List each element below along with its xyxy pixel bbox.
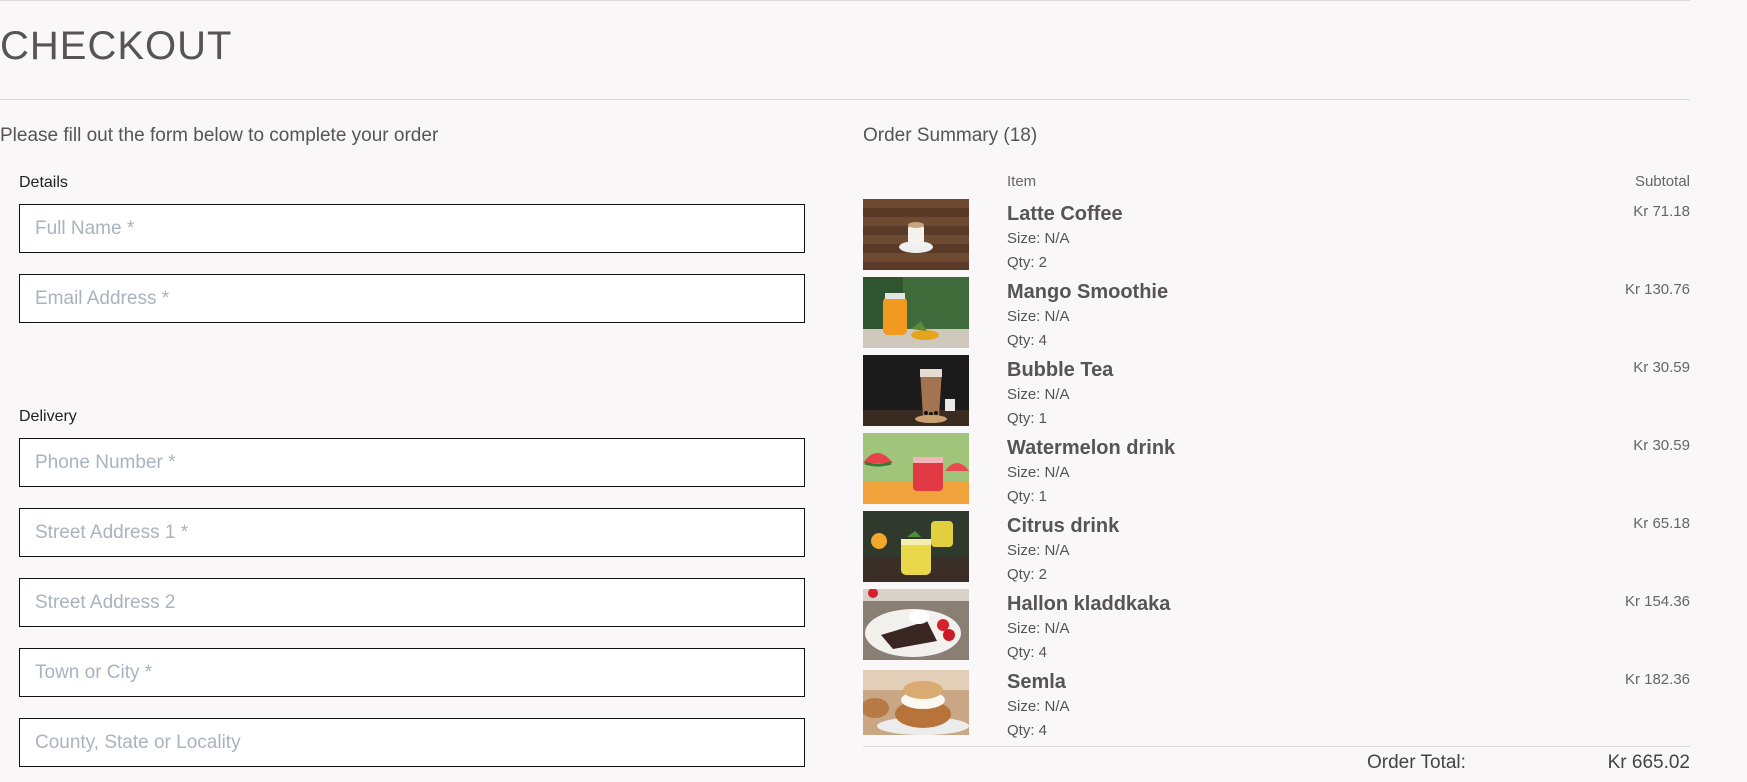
street-address-1-input[interactable] [19, 508, 805, 557]
item-subtotal: Kr 65.18 [1633, 515, 1690, 532]
item-name: Bubble Tea [1007, 359, 1114, 381]
item-name: Watermelon drink [1007, 437, 1176, 459]
summary-line-item: Bubble Tea Size: N/A Qty: 1 Kr 30.59 [863, 355, 1690, 433]
item-qty: Qty: 4 [1007, 722, 1048, 739]
item-column-header: Item [1007, 173, 1037, 190]
email-input[interactable] [19, 274, 805, 323]
town-city-input[interactable] [19, 648, 805, 697]
watermelon-drink-photo [863, 433, 969, 504]
item-qty: Qty: 2 [1007, 254, 1048, 271]
order-total-value: Kr 665.02 [1607, 752, 1690, 773]
summary-line-item: Citrus drink Size: N/A Qty: 2 Kr 65.18 [863, 511, 1690, 589]
form-intro: Please fill out the form below to comple… [0, 125, 439, 146]
item-size: Size: N/A [1007, 308, 1070, 325]
item-subtotal: Kr 30.59 [1633, 359, 1690, 376]
county-input[interactable] [19, 718, 805, 767]
item-name: Latte Coffee [1007, 203, 1123, 225]
phone-input[interactable] [19, 438, 805, 487]
title-divider [0, 99, 1690, 100]
item-qty: Qty: 2 [1007, 566, 1048, 583]
item-name: Mango Smoothie [1007, 281, 1169, 303]
semla-photo [863, 667, 969, 738]
item-subtotal: Kr 71.18 [1633, 203, 1690, 220]
hallon-kladdkaka-photo [863, 589, 969, 660]
item-qty: Qty: 1 [1007, 488, 1048, 505]
item-size: Size: N/A [1007, 620, 1070, 637]
item-size: Size: N/A [1007, 386, 1070, 403]
subtotal-column-header: Subtotal [1634, 173, 1690, 190]
delivery-legend: Delivery [19, 408, 77, 425]
item-subtotal: Kr 130.76 [1624, 281, 1690, 298]
bubble-tea-photo [863, 355, 969, 426]
item-size: Size: N/A [1007, 230, 1070, 247]
latte-coffee-photo [863, 199, 969, 270]
summary-line-item: Mango Smoothie Size: N/A Qty: 4 Kr 130.7… [863, 277, 1690, 355]
item-subtotal: Kr 154.36 [1624, 593, 1690, 610]
total-divider [863, 746, 1690, 747]
mango-smoothie-photo [863, 277, 969, 348]
order-total-label: Order Total: [1367, 752, 1466, 773]
item-name: Citrus drink [1007, 515, 1120, 537]
order-summary-title: Order Summary (18) [863, 125, 1038, 146]
summary-line-item: Watermelon drink Size: N/A Qty: 1 Kr 30.… [863, 433, 1690, 511]
item-qty: Qty: 4 [1007, 644, 1048, 661]
summary-line-item: Semla Size: N/A Qty: 4 Kr 182.36 [863, 667, 1690, 745]
item-size: Size: N/A [1007, 464, 1070, 481]
full-name-input[interactable] [19, 204, 805, 253]
citrus-drink-photo [863, 511, 969, 582]
street-address-2-input[interactable] [19, 578, 805, 627]
top-divider [0, 0, 1690, 1]
summary-line-item: Hallon kladdkaka Size: N/A Qty: 4 Kr 154… [863, 589, 1690, 667]
item-qty: Qty: 4 [1007, 332, 1048, 349]
details-legend: Details [19, 174, 68, 191]
item-qty: Qty: 1 [1007, 410, 1048, 427]
item-size: Size: N/A [1007, 698, 1070, 715]
item-name: Semla [1007, 671, 1066, 693]
item-subtotal: Kr 30.59 [1633, 437, 1690, 454]
item-size: Size: N/A [1007, 542, 1070, 559]
item-subtotal: Kr 182.36 [1624, 671, 1690, 688]
item-name: Hallon kladdkaka [1007, 593, 1171, 615]
summary-line-item: Latte Coffee Size: N/A Qty: 2 Kr 71.18 [863, 199, 1690, 277]
page-title: CHECKOUT [0, 24, 233, 68]
